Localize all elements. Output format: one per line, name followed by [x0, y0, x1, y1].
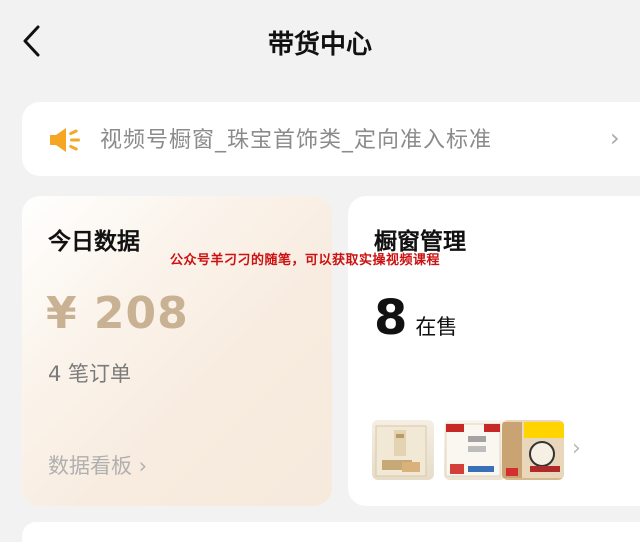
on-sale-label: 在售 [415, 315, 458, 339]
header: 带货中心 [0, 0, 640, 86]
speaker-icon [46, 124, 84, 156]
window-management-card[interactable]: 橱窗管理 8 在售 › [348, 196, 640, 506]
today-data-card[interactable]: 今日数据 ¥ 208 4 笔订单 数据看板 › [22, 196, 332, 506]
product-thumbnail[interactable] [372, 420, 434, 480]
watermark-text: 公众号羊刁刁的随笔，可以获取实操视频课程 [170, 253, 441, 268]
product-thumbnail[interactable] [444, 420, 506, 480]
order-count: 4 笔订单 [48, 362, 132, 386]
sales-amount: ¥ 208 [46, 288, 189, 339]
next-card-edge [22, 522, 640, 542]
notice-banner[interactable]: 视频号橱窗_珠宝首饰类_定向准入标准 › [22, 102, 640, 176]
today-data-title: 今日数据 [48, 229, 140, 255]
chevron-right-icon[interactable]: › [572, 436, 581, 461]
page-title: 带货中心 [267, 30, 372, 60]
on-sale-count: 8 在售 [374, 290, 457, 346]
on-sale-number: 8 [374, 290, 408, 346]
chevron-right-icon: › [610, 124, 620, 152]
product-thumbnail[interactable] [502, 420, 564, 480]
data-dashboard-link[interactable]: 数据看板 › [48, 450, 147, 480]
notice-text: 视频号橱窗_珠宝首饰类_定向准入标准 [100, 128, 493, 153]
